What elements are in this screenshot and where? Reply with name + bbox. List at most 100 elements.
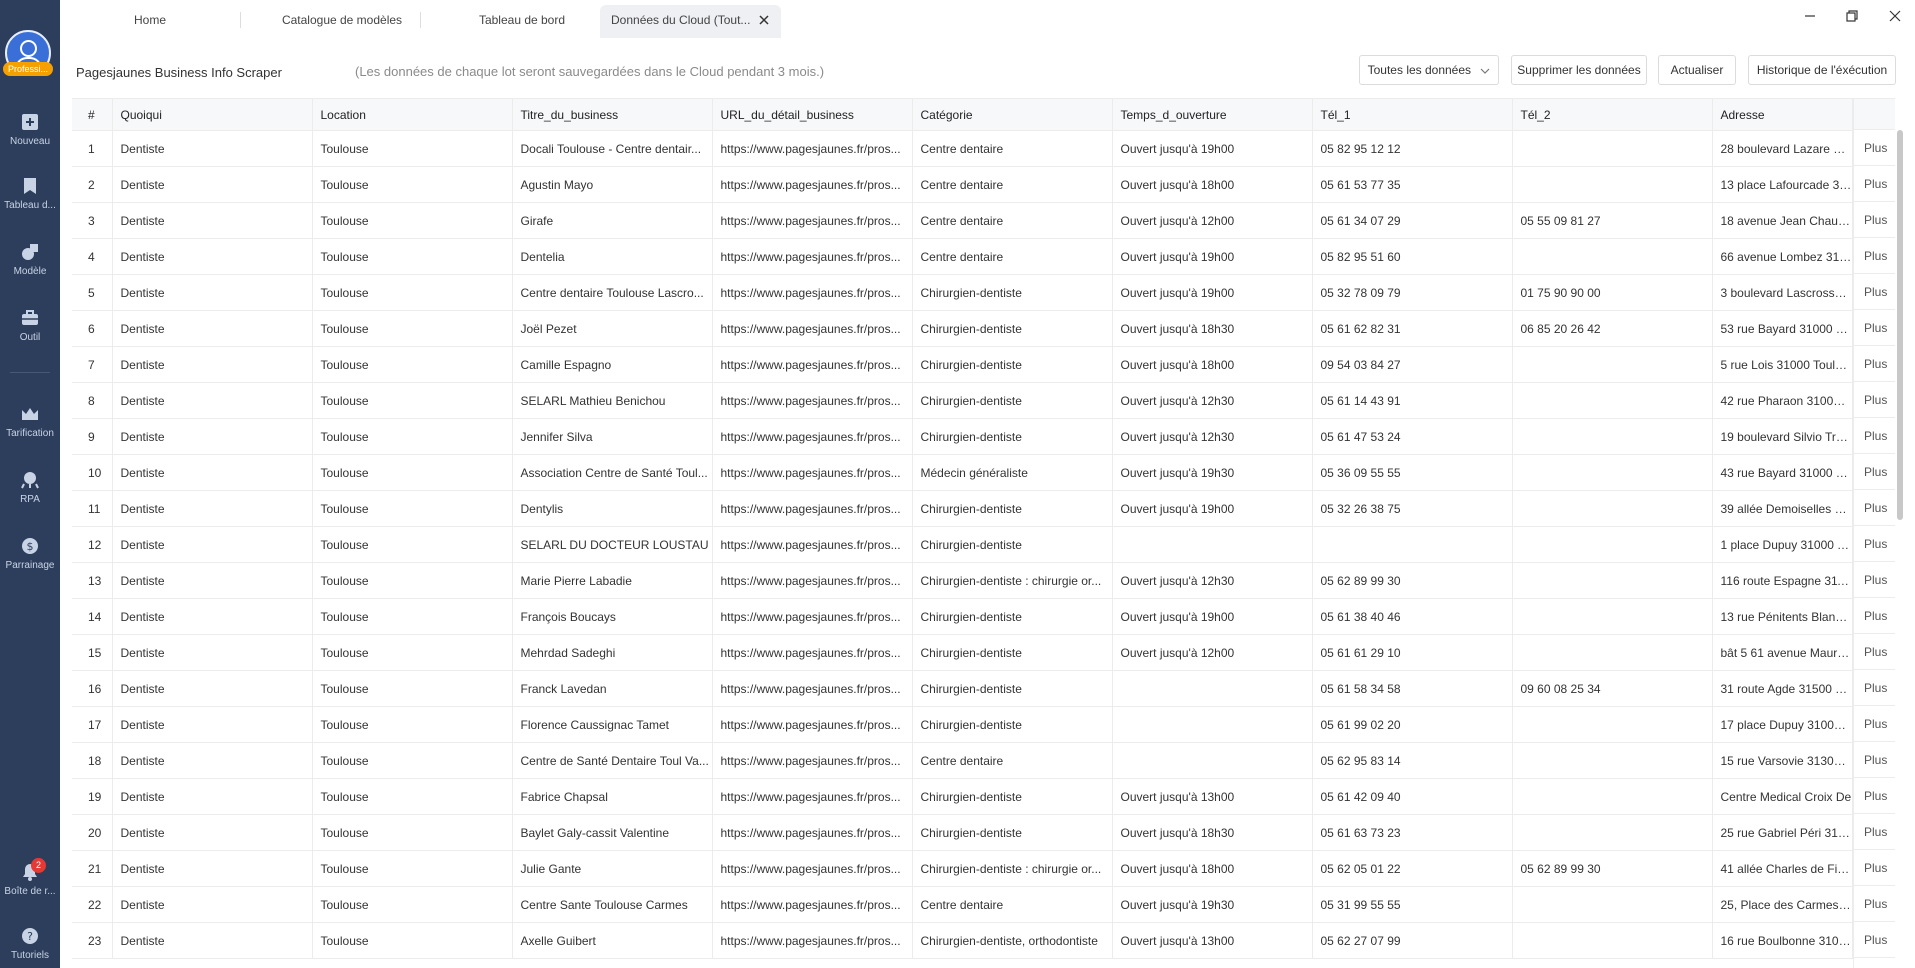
table-row[interactable]: 15 Dentiste Toulouse Mehrdad Sadeghi https:/…	[72, 634, 1853, 671]
table-row[interactable]: 7 Dentiste Toulouse Camille Espagno https://…	[72, 346, 1853, 383]
table-row[interactable]: 10 Dentiste Toulouse Association Centre de …	[72, 454, 1853, 491]
sidebar-item-tutoriels[interactable]: ? Tutoriels	[0, 926, 60, 968]
table-row[interactable]: 12 Dentiste Toulouse SELARL DU DOCTEUR LOUS…	[72, 526, 1853, 563]
table-row[interactable]: 9 Dentiste Toulouse Jennifer Silva https://w…	[72, 418, 1853, 455]
more-link[interactable]: Plus	[1854, 238, 1895, 274]
table-row[interactable]: 17 Dentiste Toulouse Florence Caussignac Ta…	[72, 706, 1853, 743]
delete-data-button[interactable]: Supprimer les données	[1511, 55, 1647, 85]
more-link[interactable]: Plus	[1854, 454, 1895, 490]
data-filter-dropdown[interactable]: Toutes les données	[1359, 55, 1499, 85]
column-header[interactable]: Tél_1	[1312, 98, 1513, 131]
column-header[interactable]: Titre_du_business	[512, 98, 713, 131]
run-history-button[interactable]: Historique de l'éxécution	[1748, 55, 1896, 85]
more-link[interactable]: Plus	[1854, 814, 1895, 850]
more-link[interactable]: Plus	[1854, 382, 1895, 418]
tab-home[interactable]: Home	[100, 5, 200, 38]
table-cell: 18 avenue Jean Chaubet	[1712, 202, 1853, 239]
more-link[interactable]: Plus	[1854, 310, 1895, 346]
more-link[interactable]: Plus	[1854, 922, 1895, 958]
table-cell: 05 62 27 07 99	[1312, 922, 1513, 959]
sidebar-item-label: Boîte de r...	[4, 886, 56, 897]
table-row[interactable]: 1 Dentiste Toulouse Docali Toulouse - Centr…	[72, 130, 1853, 167]
column-header[interactable]: Location	[312, 98, 513, 131]
table-cell: Dentiste	[112, 778, 313, 815]
table-row[interactable]: 18 Dentiste Toulouse Centre de Santé Dentai…	[72, 742, 1853, 779]
more-link[interactable]: Plus	[1854, 778, 1895, 814]
table-cell: 19	[72, 778, 113, 815]
table-cell: Ouvert jusqu'à 18h30	[1112, 310, 1313, 347]
sidebar-item-outil[interactable]: Outil	[0, 308, 60, 364]
table-row[interactable]: 4 Dentiste Toulouse Dentelia https://www.pag…	[72, 238, 1853, 275]
table-row[interactable]: 16 Dentiste Toulouse Franck Lavedan https://…	[72, 670, 1853, 707]
window-close-icon[interactable]	[1885, 6, 1905, 26]
more-link[interactable]: Plus	[1854, 850, 1895, 886]
column-header[interactable]: Temps_d_ouverture	[1112, 98, 1313, 131]
table-cell: https://www.pagesjaunes.fr/pros...	[712, 238, 913, 275]
more-link[interactable]: Plus	[1854, 670, 1895, 706]
restore-icon[interactable]	[1842, 6, 1862, 26]
sidebar-item-parrainage[interactable]: $ Parrainage	[0, 536, 60, 592]
more-link[interactable]: Plus	[1854, 490, 1895, 526]
sidebar-item-modele[interactable]: Modèle	[0, 242, 60, 298]
minimize-icon[interactable]	[1800, 6, 1820, 26]
more-link[interactable]: Plus	[1854, 886, 1895, 922]
more-link[interactable]: Plus	[1854, 598, 1895, 634]
table-cell: Centre dentaire	[912, 886, 1113, 923]
table-cell: Toulouse	[312, 310, 513, 347]
sidebar-item-tableau[interactable]: Tableau d...	[0, 176, 60, 232]
table-cell: Chirurgien-dentiste	[912, 526, 1113, 563]
table-cell: https://www.pagesjaunes.fr/pros...	[712, 922, 913, 959]
template-icon	[22, 244, 38, 260]
more-link[interactable]: Plus	[1854, 706, 1895, 742]
table-cell: https://www.pagesjaunes.fr/pros...	[712, 886, 913, 923]
table-row[interactable]: 6 Dentiste Toulouse Joël Pezet https://www.p…	[72, 310, 1853, 347]
table-cell: 05 36 09 55 55	[1312, 454, 1513, 491]
more-link[interactable]: Plus	[1854, 562, 1895, 598]
table-cell: Chirurgien-dentiste	[912, 490, 1113, 527]
sidebar-item-rpa[interactable]: RPA	[0, 470, 60, 526]
more-link[interactable]: Plus	[1854, 274, 1895, 310]
more-link[interactable]: Plus	[1854, 346, 1895, 382]
more-link[interactable]: Plus	[1854, 634, 1895, 670]
tab-donnees-cloud[interactable]: Données du Cloud (Tout...	[600, 5, 781, 38]
sidebar-item-boite[interactable]: Boîte de r...	[0, 862, 60, 918]
table-cell: 28 boulevard Lazare Carn	[1712, 130, 1853, 167]
sidebar-item-tarification[interactable]: Tarification	[0, 404, 60, 460]
table-row[interactable]: 20 Dentiste Toulouse Baylet Galy-cassit Val…	[72, 814, 1853, 851]
table-row[interactable]: 14 Dentiste Toulouse François Boucays https:…	[72, 598, 1853, 635]
table-row[interactable]: 23 Dentiste Toulouse Axelle Guibert https://…	[72, 922, 1853, 959]
sidebar-item-label: Modèle	[13, 266, 47, 277]
tab-tableau-de-bord[interactable]: Tableau de bord	[442, 5, 602, 38]
table-row[interactable]: 3 Dentiste Toulouse Girafe https://www.pages…	[72, 202, 1853, 239]
more-link[interactable]: Plus	[1854, 418, 1895, 454]
table-cell: Centre dentaire	[912, 130, 1113, 167]
table-row[interactable]: 21 Dentiste Toulouse Julie Gante https://www…	[72, 850, 1853, 887]
table-row[interactable]: 22 Dentiste Toulouse Centre Sante Toulouse …	[72, 886, 1853, 923]
table-row[interactable]: 5 Dentiste Toulouse Centre dentaire Toulous…	[72, 274, 1853, 311]
close-icon[interactable]	[757, 13, 771, 27]
table-cell: Florence Caussignac Tamet	[512, 706, 713, 743]
more-link[interactable]: Plus	[1854, 130, 1895, 166]
table-row[interactable]: 11 Dentiste Toulouse Dentylis https://www.pa…	[72, 490, 1853, 527]
more-link[interactable]: Plus	[1854, 166, 1895, 202]
column-header[interactable]: Quoiqui	[112, 98, 313, 131]
refresh-button[interactable]: Actualiser	[1658, 55, 1736, 85]
more-link[interactable]: Plus	[1854, 202, 1895, 238]
table-row[interactable]: 19 Dentiste Toulouse Fabrice Chapsal https:/…	[72, 778, 1853, 815]
vertical-scrollbar[interactable]	[1897, 130, 1903, 520]
column-header[interactable]: URL_du_détail_business	[712, 98, 913, 131]
sidebar-item-nouveau[interactable]: Nouveau	[0, 112, 60, 168]
more-link[interactable]: Plus	[1854, 526, 1895, 562]
column-header[interactable]: Catégorie	[912, 98, 1113, 131]
table-row[interactable]: 8 Dentiste Toulouse SELARL Mathieu Benichou…	[72, 382, 1853, 419]
table-row[interactable]: 2 Dentiste Toulouse Agustin Mayo https://www…	[72, 166, 1853, 203]
column-header[interactable]: Tél_2	[1512, 98, 1713, 131]
tab-catalogue[interactable]: Catalogue de modèles	[242, 5, 442, 38]
table-cell: Fabrice Chapsal	[512, 778, 713, 815]
column-header[interactable]: Adresse	[1712, 98, 1853, 131]
table-cell: 05 61 14 43 91	[1312, 382, 1513, 419]
column-header[interactable]: #	[72, 98, 113, 131]
more-link[interactable]: Plus	[1854, 742, 1895, 778]
table-row[interactable]: 13 Dentiste Toulouse Marie Pierre Labadie ht…	[72, 562, 1853, 599]
table-cell: Chirurgien-dentiste	[912, 382, 1113, 419]
